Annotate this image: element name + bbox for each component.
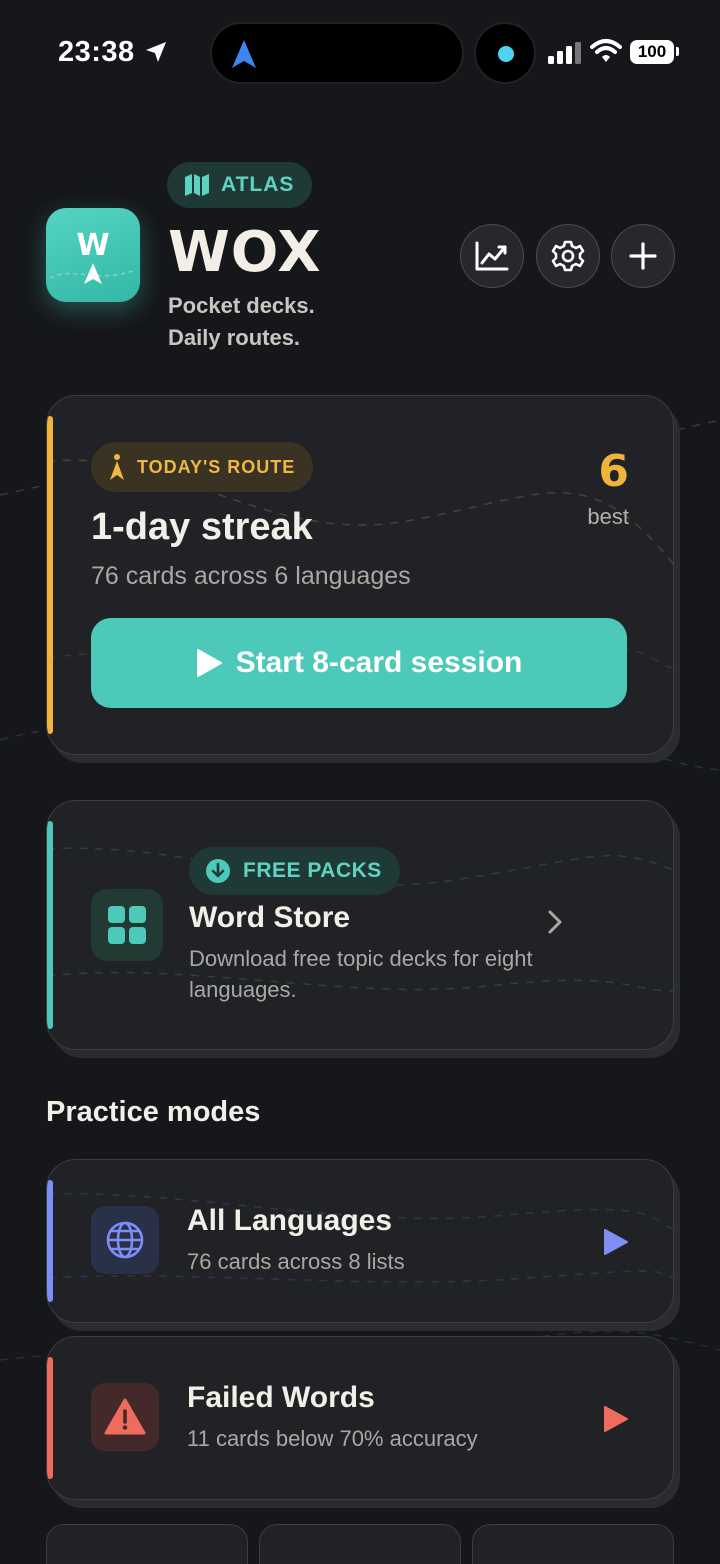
play-icon[interactable] [603, 1405, 629, 1433]
play-icon [196, 649, 222, 677]
settings-button[interactable] [536, 224, 600, 288]
store-tile [91, 889, 163, 961]
plus-icon [629, 242, 657, 270]
todays-route-label: TODAY'S ROUTE [137, 456, 296, 477]
todays-route-badge: TODAY'S ROUTE [91, 442, 314, 492]
all-languages-accent-bar [47, 1180, 53, 1302]
cellular-signal-icon [548, 42, 581, 64]
atlas-badge: ATLAS [167, 162, 313, 208]
streak-title: 1-day streak [91, 506, 313, 548]
status-time: 23:38 [58, 36, 135, 68]
word-store-title: Word Store [189, 901, 351, 934]
add-button[interactable] [611, 224, 675, 288]
map-icon [185, 174, 209, 196]
play-icon[interactable] [603, 1228, 629, 1256]
download-icon [206, 859, 230, 883]
free-packs-badge: FREE PACKS [189, 847, 400, 895]
bottom-tile-3[interactable] [472, 1524, 674, 1564]
streak-card: TODAY'S ROUTE 6 best 1-day streak 76 car… [46, 395, 674, 755]
word-store-card[interactable]: FREE PACKS Word Store Download free topi… [46, 800, 674, 1050]
gear-icon [551, 240, 585, 272]
mode-card-all-languages[interactable]: All Languages 76 cards across 8 lists [46, 1159, 674, 1323]
bottom-tile-2[interactable] [259, 1524, 461, 1564]
navigation-arrow-icon [232, 40, 256, 68]
battery-tip [676, 47, 679, 56]
best-streak-value: 6 [598, 446, 629, 497]
failed-words-title: Failed Words [187, 1381, 375, 1414]
atlas-label: ATLAS [221, 173, 295, 196]
streak-subtitle: 76 cards across 6 languages [91, 562, 411, 590]
compass-pin-icon [110, 454, 124, 480]
word-store-description: Download free topic decks for eight lang… [189, 946, 533, 1002]
chevron-right-icon [548, 910, 562, 934]
app-tagline: Pocket decks. Daily routes. [168, 290, 315, 354]
chart-icon [475, 241, 509, 271]
streak-accent-bar [47, 416, 53, 734]
app-logo: W [46, 208, 140, 302]
free-packs-label: FREE PACKS [243, 859, 382, 882]
start-session-label: Start 8-card session [235, 646, 523, 679]
start-session-button[interactable]: Start 8-card session [91, 618, 627, 708]
globe-icon [106, 1221, 144, 1259]
all-languages-tile [91, 1206, 159, 1274]
grid-icon [108, 906, 146, 944]
store-accent-bar [47, 821, 53, 1029]
status-bar: 23:38 100 [0, 0, 720, 104]
failed-words-accent-bar [47, 1357, 53, 1479]
dynamic-island [210, 22, 464, 84]
stats-button[interactable] [460, 224, 524, 288]
camera-indicator [474, 22, 536, 84]
app-title: WOX [168, 220, 322, 285]
best-streak-label: best [587, 504, 629, 529]
logo-letter: W [76, 228, 110, 263]
location-arrow-icon [146, 42, 166, 62]
practice-modes-heading: Practice modes [46, 1096, 261, 1128]
battery-level: 100 [630, 40, 674, 64]
all-languages-subtitle: 76 cards across 8 lists [187, 1249, 405, 1274]
activity-dot [498, 46, 514, 62]
mode-card-failed-words[interactable]: Failed Words 11 cards below 70% accuracy [46, 1336, 674, 1500]
all-languages-title: All Languages [187, 1204, 393, 1237]
bottom-tile-1[interactable] [46, 1524, 248, 1564]
wifi-icon [590, 39, 622, 62]
tagline-line-1: Pocket decks. [168, 293, 315, 318]
failed-words-subtitle: 11 cards below 70% accuracy [187, 1426, 478, 1451]
tagline-line-2: Daily routes. [168, 325, 301, 350]
failed-words-tile [91, 1383, 159, 1451]
warning-icon [104, 1398, 146, 1435]
